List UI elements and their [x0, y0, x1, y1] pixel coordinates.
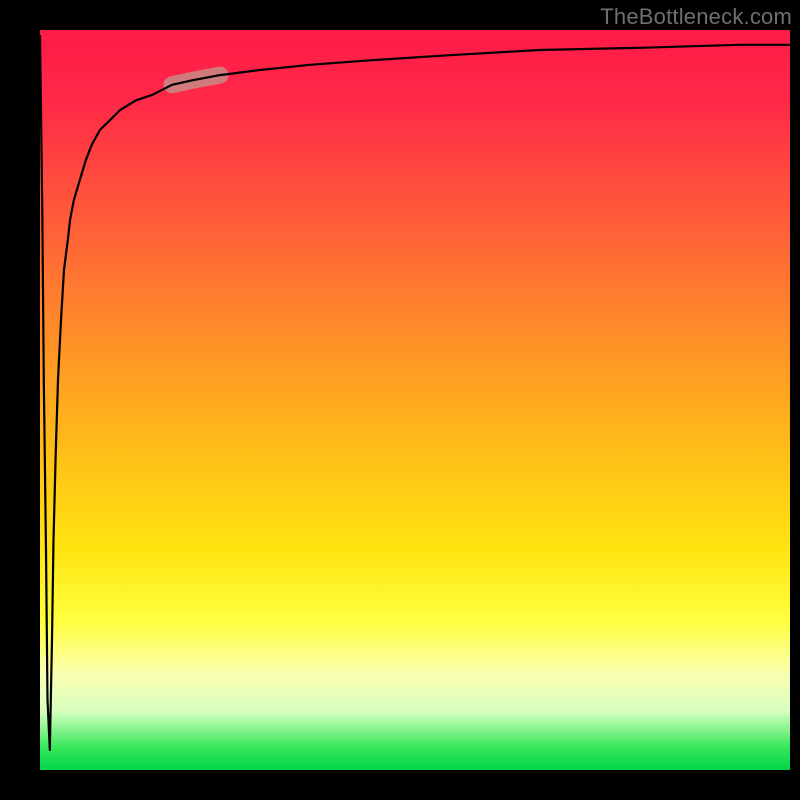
chart-frame: TheBottleneck.com: [0, 0, 800, 800]
curve-svg: [40, 30, 790, 770]
plot-area: [40, 30, 790, 770]
watermark-label: TheBottleneck.com: [600, 4, 792, 30]
bottleneck-curve: [40, 35, 790, 750]
